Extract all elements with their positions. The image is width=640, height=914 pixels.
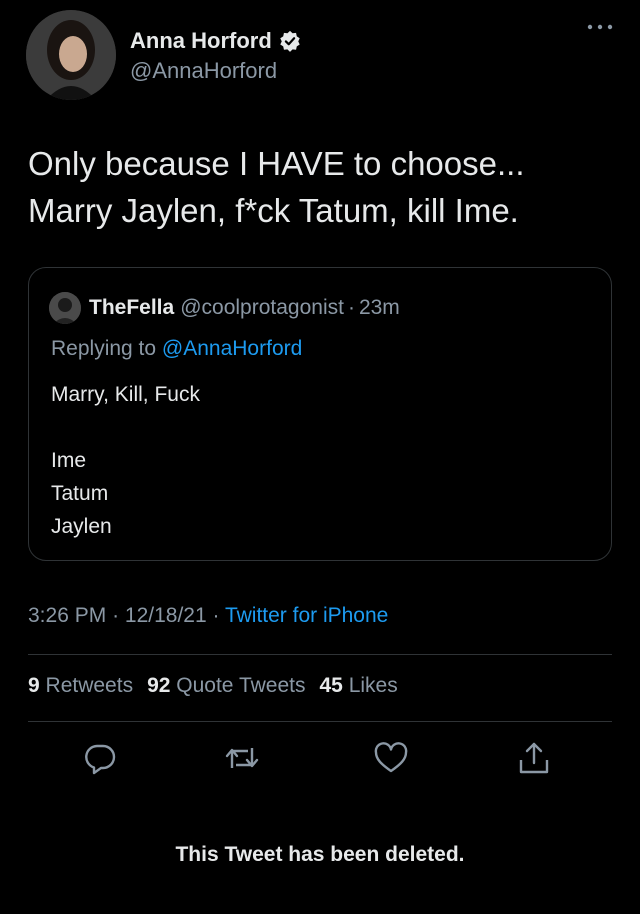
share-icon[interactable]	[516, 740, 552, 776]
retweets-count: 9	[28, 674, 40, 697]
quoted-text-line: Marry, Kill, Fuck	[51, 383, 200, 406]
divider	[28, 654, 612, 655]
likes-label: Likes	[348, 674, 398, 697]
tweet-source-link[interactable]: Twitter for iPhone	[225, 604, 388, 627]
tweet-text: Only because I HAVE to choose... Marry J…	[28, 140, 618, 234]
separator-dot: ·	[347, 296, 355, 319]
engagement-stats: 9 Retweets 92 Quote Tweets 45 Likes	[28, 674, 398, 698]
tweet-time: 3:26 PM	[28, 604, 107, 627]
replying-to-line: Replying to @AnnaHorford	[51, 337, 302, 361]
deleted-notice: This Tweet has been deleted.	[175, 843, 465, 866]
quoted-name-item: Tatum	[51, 482, 109, 505]
tweet-text-line-2: Marry Jaylen, f*ck Tatum, kill Ime.	[28, 192, 519, 229]
retweet-icon[interactable]	[224, 740, 260, 776]
tweet-text-line-1: Only because I HAVE to choose...	[28, 145, 525, 182]
quoted-tweet-text: Marry, Kill, Fuck Ime Tatum Jaylen	[51, 378, 200, 543]
likes-count: 45	[319, 674, 343, 697]
quoted-name-item: Ime	[51, 449, 87, 472]
author-handle[interactable]: @AnnaHorford	[130, 58, 277, 84]
quoted-name-item: Jaylen	[51, 515, 112, 538]
like-icon[interactable]	[373, 740, 409, 776]
quoted-timestamp: 23m	[358, 296, 400, 319]
quoted-tweet-card[interactable]: TheFella @coolprotagonist · 23m Replying…	[28, 267, 612, 561]
quoted-author-handle: @coolprotagonist	[180, 296, 344, 319]
author-name[interactable]: Anna Horford	[130, 28, 272, 54]
avatar[interactable]	[26, 10, 116, 100]
quote-tweets-stat[interactable]: 92 Quote Tweets	[147, 674, 305, 697]
replying-to-handle-link[interactable]: @AnnaHorford	[162, 337, 302, 360]
retweets-label: Retweets	[45, 674, 134, 697]
verified-badge-icon	[280, 30, 300, 52]
quote-tweets-label: Quote Tweets	[176, 674, 306, 697]
replying-to-prefix: Replying to	[51, 337, 157, 360]
quote-tweets-count: 92	[147, 674, 171, 697]
action-bar	[0, 740, 640, 780]
reply-icon[interactable]	[82, 740, 118, 776]
quoted-author-name: TheFella	[89, 296, 175, 319]
tweet-date: 12/18/21	[124, 604, 207, 627]
divider	[28, 721, 612, 722]
quoted-avatar	[49, 292, 81, 324]
tweet-header: Anna Horford @AnnaHorford	[26, 10, 614, 102]
likes-stat[interactable]: 45 Likes	[319, 674, 397, 697]
tweet-metadata: 3:26 PM · 12/18/21 · Twitter for iPhone	[28, 604, 389, 627]
more-options-icon[interactable]	[586, 20, 614, 34]
retweets-stat[interactable]: 9 Retweets	[28, 674, 133, 697]
